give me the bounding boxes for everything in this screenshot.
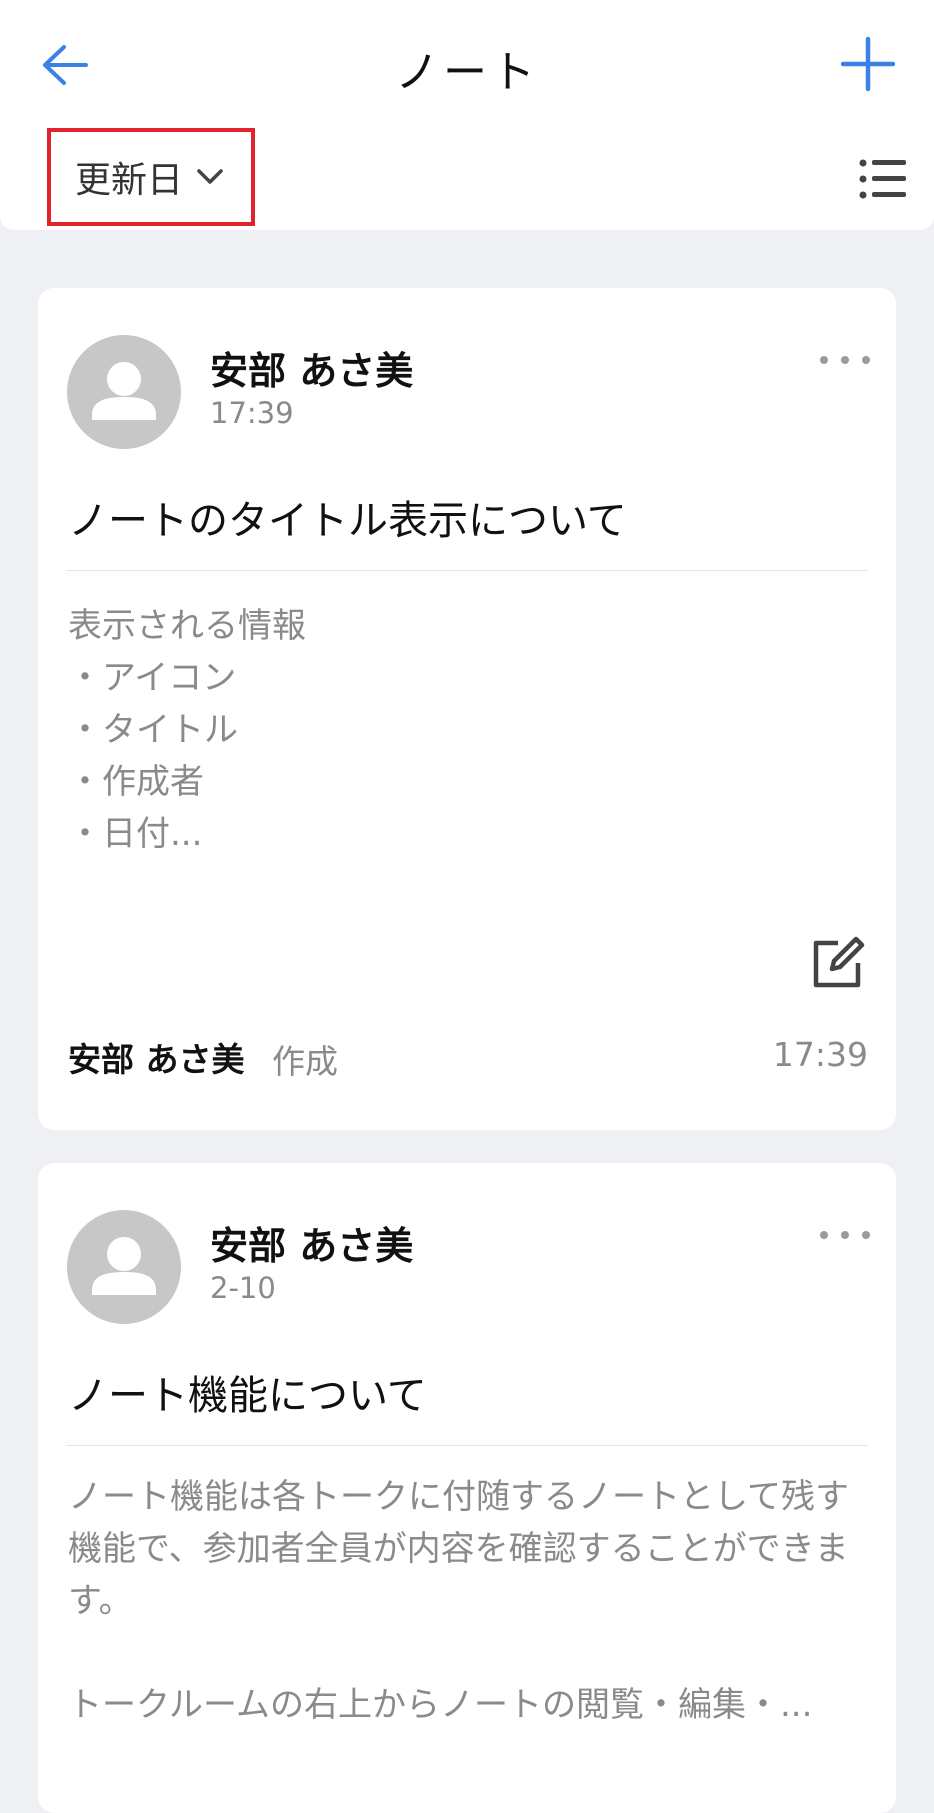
sort-label: 更新日 [75, 160, 184, 201]
post-time: 17:39 [210, 396, 294, 430]
note-body: ノート機能は各トークに付随するノートとして残す機能で、参加者全員が内容を確認する… [68, 1477, 849, 1725]
user-avatar-icon [92, 362, 156, 420]
sort-dropdown[interactable]: 更新日 [47, 128, 255, 226]
author-name: 安部 あさ美 [210, 1224, 414, 1268]
footer-author: 安部 あさ美 [68, 1040, 245, 1079]
more-dot-icon [820, 1231, 828, 1239]
note-body: 表示される情報 ・アイコン ・タイトル ・作成者 ・日付... [68, 606, 306, 854]
edit-icon [813, 936, 865, 988]
more-dot-icon [862, 1231, 870, 1239]
top-header: ノート [0, 0, 934, 128]
footer-action: 作成 [272, 1042, 338, 1081]
note-title: ノートのタイトル表示について [68, 498, 627, 544]
more-dot-icon [841, 356, 849, 364]
avatar [67, 335, 181, 449]
more-dot-icon [862, 356, 870, 364]
more-dot-icon [820, 356, 828, 364]
divider [66, 570, 868, 571]
avatar [67, 1210, 181, 1324]
add-note-button[interactable] [832, 28, 904, 100]
chevron-down-icon [197, 169, 223, 184]
view-toggle-button[interactable] [854, 150, 912, 208]
sort-bar: 更新日 [0, 128, 934, 230]
more-options-button[interactable] [820, 348, 870, 372]
user-avatar-icon [92, 1237, 156, 1295]
more-options-button[interactable] [820, 1223, 870, 1247]
page-title: ノート [395, 47, 539, 98]
note-card[interactable]: 安部 あさ美 17:39 ノートのタイトル表示について 表示される情報 ・アイコ… [38, 288, 896, 1130]
plus-icon [841, 37, 895, 91]
note-card[interactable]: 安部 あさ美 2-10 ノート機能について ノート機能は各トークに付随するノート… [38, 1163, 896, 1813]
footer-time: 17:39 [772, 1035, 868, 1074]
post-time: 2-10 [210, 1271, 276, 1305]
list-view-icon [859, 159, 906, 199]
edit-note-button[interactable] [808, 933, 868, 993]
divider [66, 1445, 868, 1446]
author-name: 安部 あさ美 [210, 349, 414, 393]
note-title: ノート機能について [68, 1373, 427, 1419]
more-dot-icon [841, 1231, 849, 1239]
